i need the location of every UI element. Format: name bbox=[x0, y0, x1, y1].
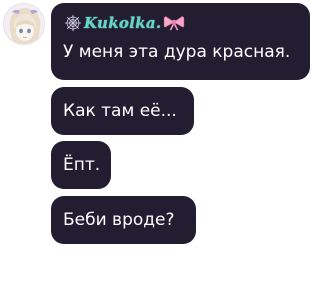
anime-girl-avatar-icon bbox=[4, 4, 44, 44]
message-text: Как там её... bbox=[63, 101, 177, 121]
message-bubble-2[interactable]: Как там её... bbox=[51, 87, 194, 135]
message-bubble-4[interactable]: Беби вроде? bbox=[51, 196, 196, 244]
author-row: Kukolka. bbox=[64, 13, 185, 33]
message-text: Беби вроде? bbox=[63, 210, 175, 230]
message-bubble-1[interactable]: Kukolka. У меня эта дура красная. bbox=[51, 3, 310, 80]
author-name[interactable]: Kukolka. bbox=[84, 14, 161, 32]
message-text: Ёпт. bbox=[63, 155, 101, 175]
message-text: У меня эта дура красная. bbox=[63, 42, 291, 62]
message-bubble-3[interactable]: Ёпт. bbox=[51, 141, 111, 189]
spider-web-icon bbox=[64, 14, 82, 32]
sender-avatar[interactable] bbox=[3, 3, 45, 45]
pink-bow-icon bbox=[164, 16, 185, 31]
